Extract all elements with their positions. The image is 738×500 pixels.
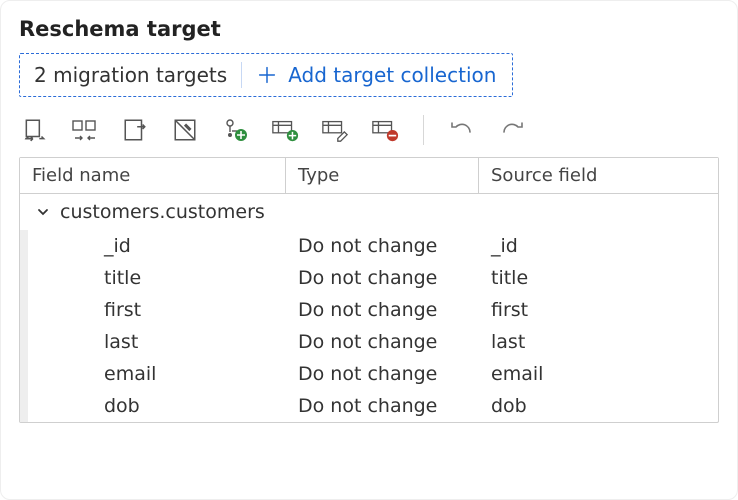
- insert-field-icon: [122, 117, 148, 143]
- toolbar-divider: [423, 115, 424, 145]
- cell-field-name: first: [28, 294, 286, 326]
- cell-source: first: [479, 294, 718, 326]
- row-gutter: [20, 358, 28, 390]
- toolbar: [19, 111, 719, 157]
- row-gutter: [20, 390, 28, 422]
- reschema-target-panel: Reschema target 2 migration targets Add …: [0, 0, 738, 500]
- panel-title: Reschema target: [19, 17, 719, 41]
- fields-table: Field name Type Source field customers.c…: [19, 157, 719, 423]
- field-add-button[interactable]: [221, 116, 249, 144]
- column-remove-icon: [371, 117, 399, 143]
- undo-icon: [448, 118, 476, 142]
- column-add-icon: [271, 117, 299, 143]
- column-header-type[interactable]: Type: [286, 158, 479, 193]
- table-row[interactable]: first Do not change first: [20, 294, 718, 326]
- cell-type: Do not change: [286, 262, 479, 294]
- row-gutter: [20, 294, 28, 326]
- table-row[interactable]: _id Do not change _id: [20, 230, 718, 262]
- add-target-label: Add target collection: [288, 63, 496, 87]
- chevron-down-icon: [34, 203, 52, 221]
- migration-targets-bar: 2 migration targets Add target collectio…: [19, 53, 513, 97]
- row-gutter: [20, 230, 28, 262]
- table-row[interactable]: dob Do not change dob: [20, 390, 718, 422]
- cell-source: email: [479, 358, 718, 390]
- split-fields-button[interactable]: [71, 116, 99, 144]
- add-target-collection-button[interactable]: Add target collection: [256, 63, 496, 87]
- cell-type: Do not change: [286, 326, 479, 358]
- move-fields-icon: [22, 117, 48, 143]
- column-header-source[interactable]: Source field: [479, 158, 718, 193]
- move-fields-button[interactable]: [21, 116, 49, 144]
- cell-type: Do not change: [286, 230, 479, 262]
- edit-field-button[interactable]: [171, 116, 199, 144]
- column-add-button[interactable]: [271, 116, 299, 144]
- cell-field-name: _id: [28, 230, 286, 262]
- plus-icon: [256, 64, 278, 86]
- cell-field-name: dob: [28, 390, 286, 422]
- split-fields-icon: [71, 117, 99, 143]
- redo-button[interactable]: [498, 116, 526, 144]
- row-gutter: [20, 262, 28, 294]
- migration-targets-count: 2 migration targets: [34, 63, 227, 87]
- edit-field-icon: [172, 117, 198, 143]
- table-row[interactable]: last Do not change last: [20, 326, 718, 358]
- insert-field-button[interactable]: [121, 116, 149, 144]
- column-remove-button[interactable]: [371, 116, 399, 144]
- cell-type: Do not change: [286, 294, 479, 326]
- redo-icon: [498, 118, 526, 142]
- row-gutter: [20, 326, 28, 358]
- table-header: Field name Type Source field: [20, 158, 718, 194]
- field-add-icon: [221, 117, 249, 143]
- cell-field-name: last: [28, 326, 286, 358]
- group-row[interactable]: customers.customers: [20, 194, 718, 230]
- cell-type: Do not change: [286, 358, 479, 390]
- column-header-name[interactable]: Field name: [20, 158, 286, 193]
- cell-type: Do not change: [286, 390, 479, 422]
- cell-source: dob: [479, 390, 718, 422]
- table-row[interactable]: email Do not change email: [20, 358, 718, 390]
- cell-field-name: email: [28, 358, 286, 390]
- cell-field-name: title: [28, 262, 286, 294]
- column-edit-button[interactable]: [321, 116, 349, 144]
- cell-source: last: [479, 326, 718, 358]
- cell-source: _id: [479, 230, 718, 262]
- cell-source: title: [479, 262, 718, 294]
- column-edit-icon: [321, 117, 349, 143]
- group-label: customers.customers: [60, 201, 265, 223]
- divider: [241, 62, 242, 88]
- undo-button[interactable]: [448, 116, 476, 144]
- table-row[interactable]: title Do not change title: [20, 262, 718, 294]
